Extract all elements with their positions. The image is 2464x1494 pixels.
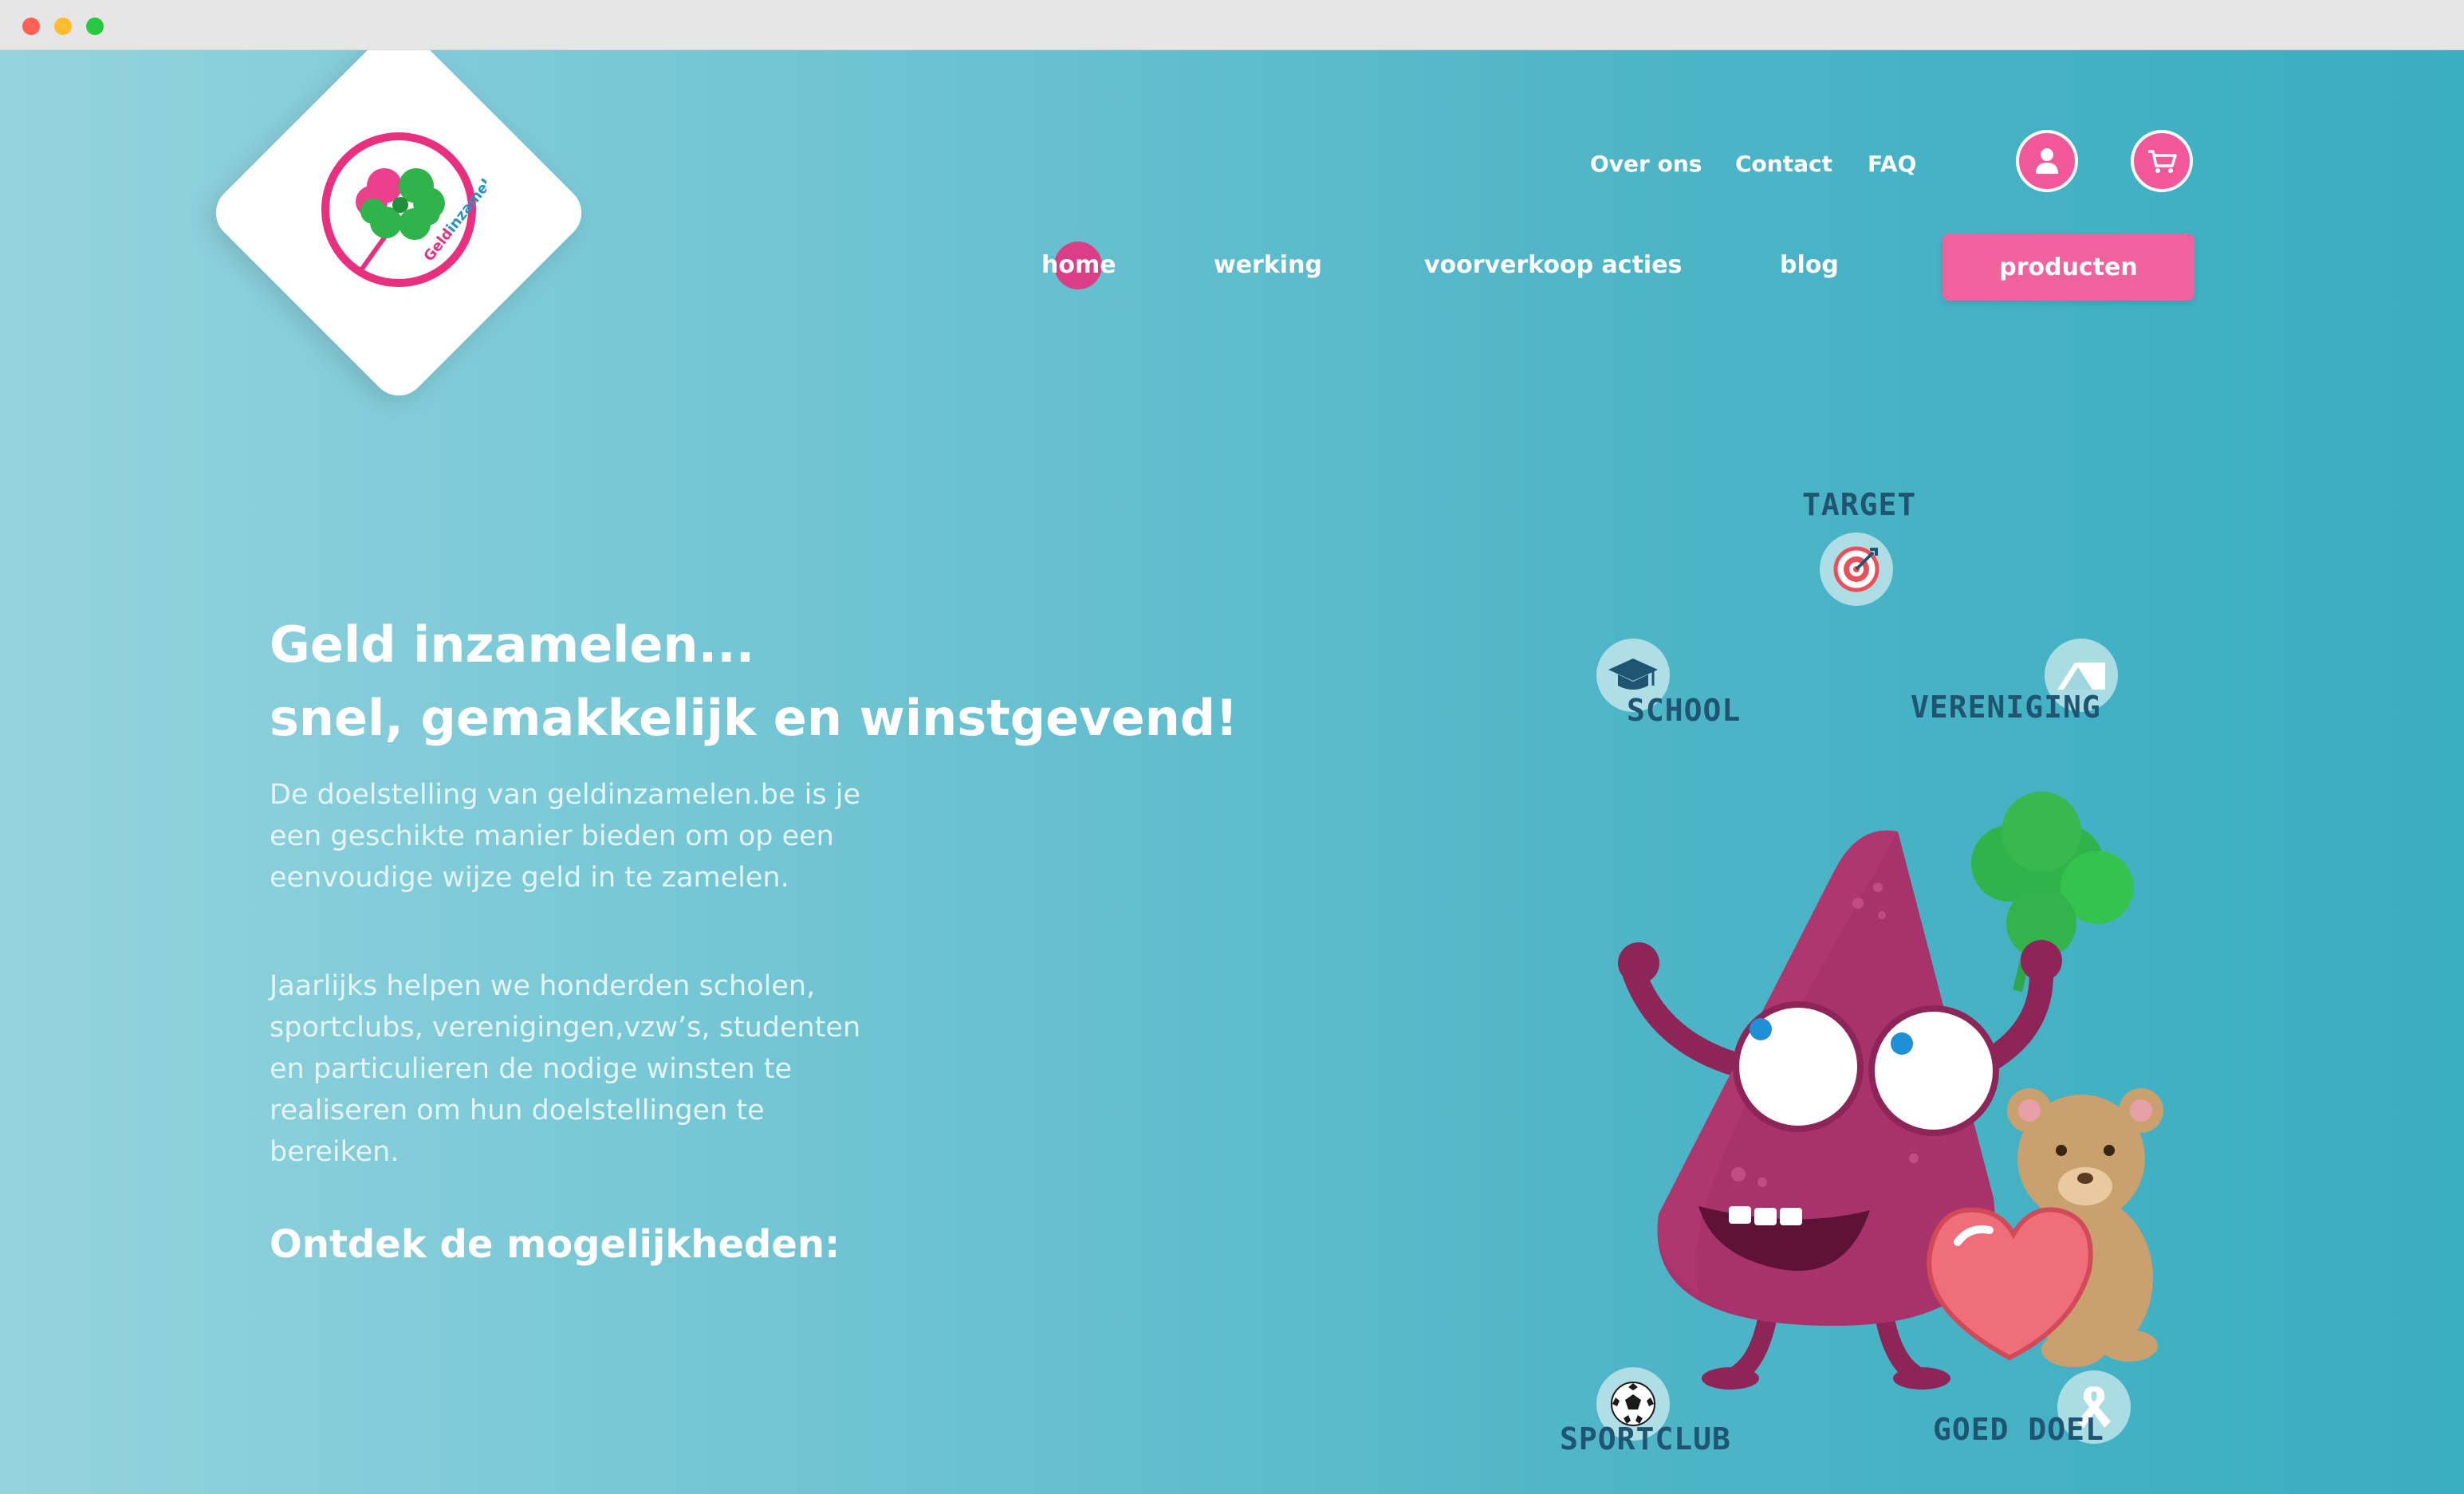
hero-headline-line1: Geld inzamelen... <box>270 615 755 674</box>
mascot-illustration <box>1618 792 2163 1390</box>
nav-over-ons-link[interactable]: Over ons <box>1590 151 1702 177</box>
nav-voorverkoop-acties-link[interactable]: Voorverkoop acties <box>1424 251 1682 279</box>
browser-chrome <box>0 0 2464 50</box>
products-button[interactable]: Producten <box>1942 234 2194 301</box>
products-button-label: Producten <box>1999 253 2138 281</box>
maximize-window-button[interactable] <box>86 18 104 35</box>
nav-blog-link[interactable]: Blog <box>1780 251 1839 279</box>
discover-heading: Ontdek de mogelijkheden: <box>270 1222 840 1267</box>
account-button[interactable] <box>2016 130 2078 192</box>
tent-icon <box>2057 662 2105 690</box>
hero-section: Geldinzamelen Over ons Contact FAQ Home … <box>0 50 2464 1494</box>
user-icon <box>2036 148 2058 174</box>
vereniging-label[interactable]: VERENIGING <box>1911 690 2101 725</box>
cart-button[interactable] <box>2131 130 2193 192</box>
target-label[interactable]: TARGET <box>1802 487 1916 522</box>
nav-faq-link[interactable]: FAQ <box>1868 151 1916 177</box>
nav-contact-link[interactable]: Contact <box>1735 151 1832 177</box>
hero-headline: Geld inzamelen... snel, gemakkelijk en w… <box>270 608 1238 755</box>
minimize-window-button[interactable] <box>54 18 72 35</box>
school-label[interactable]: SCHOOL <box>1627 693 1741 728</box>
target-category-button[interactable] <box>1820 533 1893 606</box>
hero-paragraph-1: De doelstelling van geldinzamelen.be is … <box>270 779 860 894</box>
close-window-button[interactable] <box>22 18 40 35</box>
sportclub-label[interactable]: SPORTCLUB <box>1560 1421 1731 1457</box>
nav-home-link[interactable]: Home <box>1041 251 1116 279</box>
clover-logo-icon[interactable]: Geldinzamelen <box>311 122 486 297</box>
graduation-cap-icon <box>1608 659 1658 690</box>
hero-headline-line2: snel, gemakkelijk en winstgevend! <box>270 689 1238 747</box>
hero-paragraph-2: Jaarlijks helpen we honderden scholen, s… <box>270 970 861 1168</box>
target-icon <box>1833 546 1879 592</box>
cart-icon <box>2148 150 2177 173</box>
nav-werking-link[interactable]: Werking <box>1214 251 1322 279</box>
